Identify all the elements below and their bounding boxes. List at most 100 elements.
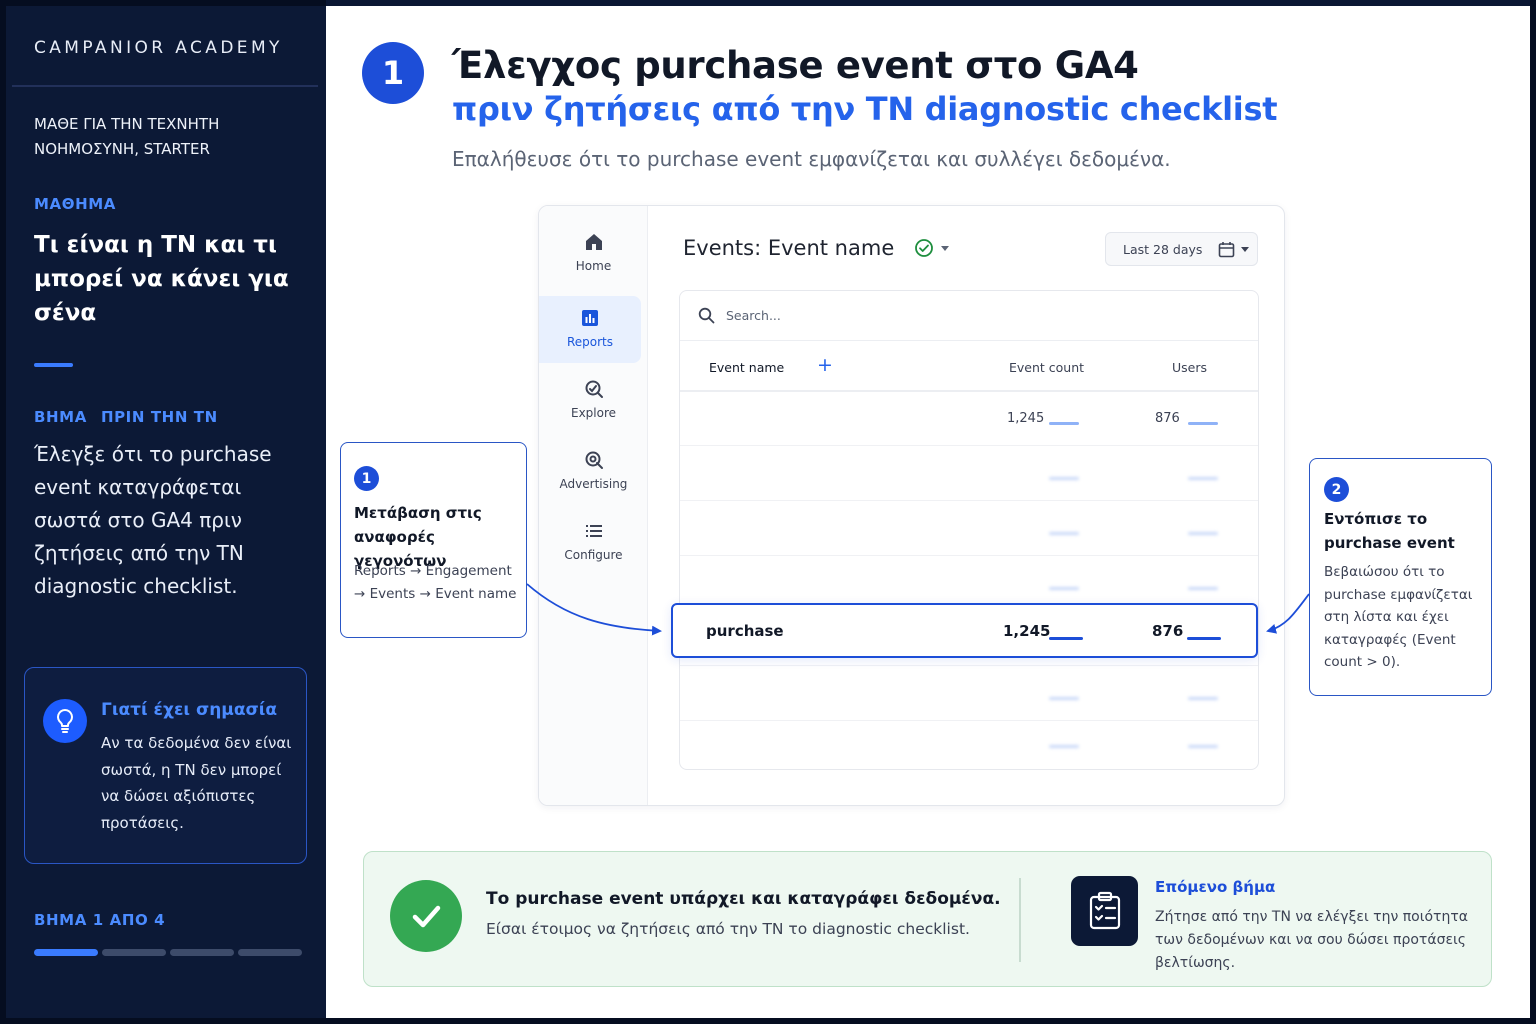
progress-segment: [34, 949, 98, 956]
accent-bar: [34, 363, 73, 367]
page-subtitle: πριν ζητήσεις από την ΤΝ diagnostic chec…: [452, 90, 1278, 128]
users-sparkbar: [1188, 532, 1218, 535]
users-sparkbar: [1188, 745, 1218, 748]
nav-item-configure[interactable]: Configure: [539, 521, 648, 562]
clipboard-check-icon: [1071, 876, 1138, 946]
progress-segment: [102, 949, 166, 956]
row-event-name: purchase: [706, 622, 784, 640]
success-title: Το purchase event υπάρχει και καταγράφει…: [486, 889, 1001, 909]
chevron-down-icon: [1241, 247, 1250, 252]
ga4-report-window: Home Reports Explore Advertising Configu…: [538, 205, 1285, 806]
report-title: Events: Event name: [683, 236, 895, 260]
step-number-badge: 1: [362, 42, 424, 104]
nav-item-label: Configure: [564, 548, 623, 562]
count-sparkbar: [1049, 745, 1079, 748]
lightbulb-icon: [43, 699, 87, 743]
row-users: 876: [1155, 411, 1180, 426]
banner-divider: [1019, 878, 1021, 962]
callout-text: Βεβαιώσου ότι το purchase εμφανίζεται στ…: [1324, 564, 1473, 670]
table-search[interactable]: Search...: [680, 291, 1258, 341]
events-table: Search... Event name + Event count Users…: [679, 290, 1259, 770]
callout-number: 1: [354, 466, 379, 491]
search-icon: [698, 307, 715, 324]
main-panel: 1 Έλεγχος purchase event στο GA4 πριν ζη…: [326, 6, 1530, 1018]
nav-item-home[interactable]: Home: [539, 232, 648, 273]
count-sparkbar: [1049, 422, 1079, 425]
purchase-row-highlight[interactable]: purchase 1,245 876: [671, 603, 1258, 658]
page-title: Έλεγχος purchase event στο GA4: [452, 44, 1139, 87]
bar-chart-icon: [582, 310, 598, 326]
nav-item-label: Home: [575, 259, 612, 273]
ga4-nav: Home Reports Explore Advertising Configu…: [539, 206, 648, 805]
row-users: 876: [1152, 622, 1184, 640]
nav-item-explore[interactable]: Explore: [539, 379, 648, 420]
date-range-label: Last 28 days: [1123, 241, 1203, 257]
table-row[interactable]: 1,245 876: [680, 392, 1258, 446]
list-icon: [585, 525, 602, 537]
report-header: Events: Event name: [683, 236, 950, 260]
page-lead: Επαλήθευσε ότι το purchase event εμφανίζ…: [452, 147, 1171, 171]
step-label-text: ΒΗΜΑ: [34, 408, 87, 426]
brand-name: CAMPANIOR ACADEMY: [34, 38, 283, 58]
callout-find-purchase: 2 Εντόπισε το purchase event Βεβαιώσου ό…: [1309, 458, 1492, 696]
users-sparkbar: [1188, 422, 1218, 425]
why-text: Αν τα δεδομένα δεν είναι σωστά, η ΤΝ δεν…: [101, 734, 292, 832]
table-row[interactable]: [680, 667, 1258, 721]
row-event-count: 1,245: [1003, 622, 1051, 640]
callout-title: Εντόπισε το purchase event: [1324, 510, 1455, 552]
success-banner: Το purchase event υπάρχει και καταγράφει…: [363, 851, 1492, 987]
count-sparkbar: [1049, 532, 1079, 535]
count-sparkbar: [1049, 477, 1079, 480]
why-it-matters-card: Γιατί έχει σημασία Αν τα δεδομένα δεν εί…: [24, 667, 307, 864]
users-sparkbar: [1188, 697, 1218, 700]
checkmark-icon: [390, 880, 462, 952]
progress-bar: [34, 949, 302, 956]
sidebar: CAMPANIOR ACADEMY ΜΑΘΕ ΓΙΑ ΤΗΝ ΤΕΧΝΗΤΗ Ν…: [0, 0, 326, 1024]
frame-edge: [1530, 0, 1536, 1024]
users-sparkbar: [1188, 587, 1218, 590]
why-title: Γιατί έχει σημασία: [101, 700, 278, 720]
search-input[interactable]: Search...: [726, 308, 781, 323]
callout-text: Reports → Engagement → Events → Event na…: [354, 563, 517, 602]
column-header-event-count[interactable]: Event count: [1009, 360, 1084, 375]
users-sparkbar: [1188, 477, 1218, 480]
table-row[interactable]: [680, 502, 1258, 556]
home-icon: [585, 234, 602, 250]
chevron-down-icon[interactable]: [940, 243, 950, 253]
add-dimension-button[interactable]: +: [817, 354, 833, 376]
lesson-title: Τι είναι η ΤΝ και τι μπορεί να κάνει για…: [34, 232, 289, 326]
progress-segment: [170, 949, 234, 956]
nav-item-advertising[interactable]: Advertising: [539, 450, 648, 491]
frame-edge: [0, 1018, 1536, 1024]
table-row[interactable]: [680, 447, 1258, 501]
row-event-count: 1,245: [1007, 411, 1045, 426]
count-sparkbar: [1049, 637, 1083, 640]
nav-item-label: Reports: [566, 335, 614, 349]
sidebar-divider: [12, 85, 318, 87]
success-text: Είσαι έτοιμος να ζητήσεις από την ΤΝ το …: [486, 920, 970, 938]
users-sparkbar: [1187, 637, 1221, 640]
check-circle-icon: [915, 239, 934, 257]
explore-icon: [585, 380, 603, 398]
next-step-text: Ζήτησε από την ΤΝ να ελέγξει την ποιότητ…: [1155, 909, 1468, 971]
table-row[interactable]: [680, 715, 1258, 769]
nav-item-reports[interactable]: Reports: [539, 296, 641, 363]
callout-number: 2: [1324, 477, 1349, 502]
progress-segment: [238, 949, 302, 956]
step-phase: ΠΡΙΝ ΤΗΝ ΤΝ: [100, 408, 218, 426]
step-description: Έλεγξε ότι το purchase event καταγράφετα…: [34, 442, 272, 598]
calendar-icon: [1219, 241, 1235, 257]
count-sparkbar: [1049, 697, 1079, 700]
progress-label: ΒΗΜΑ 1 ΑΠΟ 4: [34, 911, 166, 929]
column-header-event-name[interactable]: Event name: [709, 360, 784, 375]
date-range-picker[interactable]: Last 28 days: [1105, 232, 1258, 266]
advertising-icon: [585, 451, 603, 469]
column-header-users[interactable]: Users: [1172, 360, 1207, 375]
count-sparkbar: [1049, 587, 1079, 590]
callout-navigate-reports: 1 Μετάβαση στις αναφορές γεγονότων Repor…: [340, 442, 527, 638]
lesson-label: ΜΑΘΗΜΑ: [34, 195, 116, 213]
next-step-title: Επόμενο βήμα: [1155, 878, 1276, 896]
course-title: ΜΑΘΕ ΓΙΑ ΤΗΝ ΤΕΧΝΗΤΗ ΝΟΗΜΟΣΥΝΗ, STARTER: [34, 115, 220, 158]
step-label: ΒΗΜΑ ΠΡΙΝ ΤΗΝ ΤΝ: [34, 408, 218, 426]
nav-item-label: Explore: [570, 406, 617, 420]
